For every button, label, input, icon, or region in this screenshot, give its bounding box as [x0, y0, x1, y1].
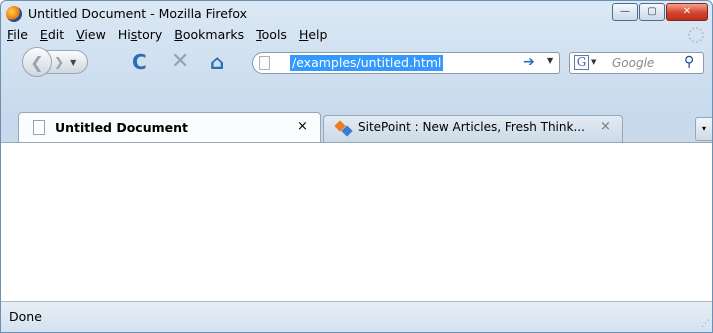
- tab-strip: Untitled Document × SitePoint : New Arti…: [1, 112, 712, 144]
- menu-edit[interactable]: Edit: [34, 25, 70, 45]
- menu-file[interactable]: File: [1, 25, 34, 45]
- navigation-toolbar: ❮ ❯ ▼ C ✕ ⌂ /examples/untitled.html ➔ ▼ …: [1, 45, 712, 79]
- magnifier-icon[interactable]: ⚲: [684, 54, 694, 70]
- home-icon[interactable]: ⌂: [210, 51, 224, 73]
- go-arrow-icon[interactable]: ➔: [523, 54, 535, 70]
- menu-history[interactable]: History: [112, 25, 168, 45]
- tab-label: SitePoint : New Articles, Fresh Think...: [358, 120, 585, 134]
- page-icon: [33, 120, 45, 135]
- status-text: Done: [9, 309, 42, 324]
- address-bar[interactable]: /examples/untitled.html ➔ ▼: [252, 52, 560, 74]
- reload-icon[interactable]: C: [132, 51, 147, 73]
- url-input[interactable]: /examples/untitled.html: [290, 55, 444, 71]
- title-bar[interactable]: Untitled Document - Mozilla Firefox — ▢ …: [1, 1, 712, 27]
- url-dropdown-icon[interactable]: ▼: [547, 56, 553, 65]
- search-input[interactable]: Google: [612, 56, 654, 70]
- menu-bookmarks[interactable]: Bookmarks: [168, 25, 250, 45]
- firefox-icon[interactable]: [6, 6, 22, 22]
- tab-label: Untitled Document: [55, 120, 188, 135]
- close-button[interactable]: ✕: [666, 3, 708, 21]
- engine-dropdown-icon[interactable]: ▼: [591, 58, 596, 66]
- page-icon[interactable]: [259, 56, 270, 70]
- window-controls: — ▢ ✕: [611, 3, 708, 21]
- minimize-button[interactable]: —: [612, 3, 638, 21]
- maximize-button[interactable]: ▢: [639, 3, 665, 21]
- menu-bar: File Edit View History Bookmarks Tools H…: [1, 25, 333, 45]
- tab-close-icon[interactable]: ×: [297, 119, 308, 134]
- menu-tools[interactable]: Tools: [250, 25, 293, 45]
- resize-grip-icon[interactable]: ⋰: [701, 319, 710, 329]
- back-arrow-icon: ❮: [30, 52, 44, 72]
- throbber-icon: [688, 27, 704, 43]
- page-content[interactable]: [1, 142, 712, 301]
- menu-view[interactable]: View: [70, 25, 112, 45]
- forward-arrow-icon: ❯: [54, 55, 65, 69]
- stop-icon[interactable]: ✕: [171, 51, 189, 73]
- sitepoint-icon: [334, 120, 353, 137]
- back-button[interactable]: ❮: [22, 47, 52, 77]
- window-title: Untitled Document - Mozilla Firefox: [28, 6, 248, 21]
- history-dropdown-icon[interactable]: ▼: [70, 58, 76, 67]
- menu-help[interactable]: Help: [293, 25, 334, 45]
- browser-window: Untitled Document - Mozilla Firefox — ▢ …: [0, 0, 713, 333]
- tab-untitled-document[interactable]: Untitled Document ×: [18, 112, 321, 143]
- tab-close-icon[interactable]: ×: [600, 119, 611, 134]
- google-icon[interactable]: G: [574, 55, 589, 70]
- back-forward-group: ❮ ❯ ▼: [22, 47, 122, 77]
- tab-list-button[interactable]: ▾: [695, 117, 712, 141]
- tab-sitepoint[interactable]: SitePoint : New Articles, Fresh Think...…: [323, 115, 623, 142]
- search-bar[interactable]: G ▼ Google ⚲: [569, 52, 704, 74]
- status-bar: Done ⋰: [1, 301, 712, 332]
